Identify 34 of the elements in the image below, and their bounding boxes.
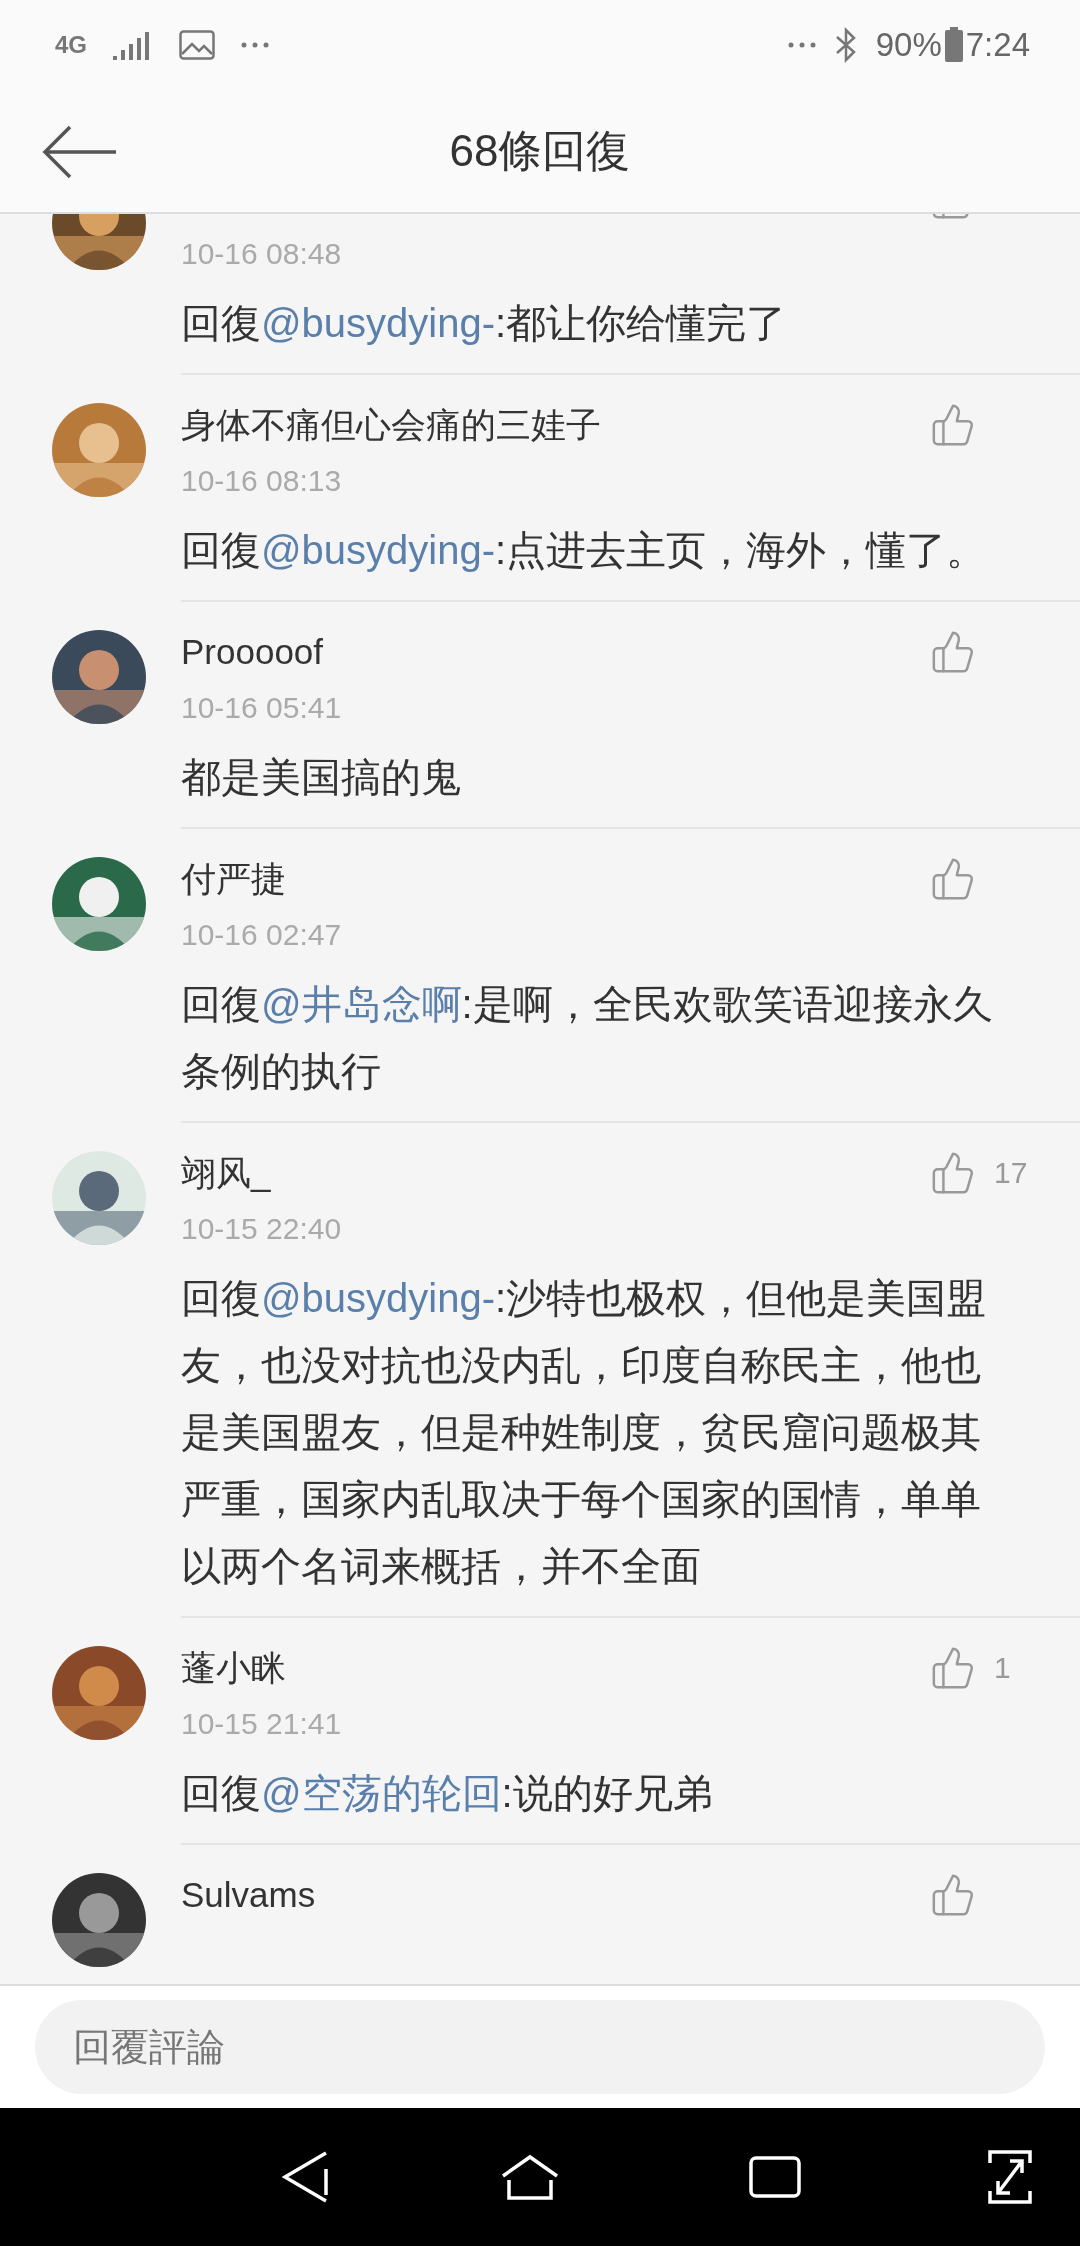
more-icon xyxy=(787,41,816,49)
comment-time: 10-16 05:41 xyxy=(181,690,343,726)
mention-link[interactable]: @空荡的轮回 xyxy=(261,1771,502,1815)
user-name[interactable]: Prooooof xyxy=(181,632,930,672)
comment-text: 回復@busydying-:点进去主页，海外，懂了。 xyxy=(181,527,988,574)
image-icon xyxy=(179,30,215,60)
like-count: 17 xyxy=(994,1156,1029,1190)
comment-time: 10-15 22:40 xyxy=(181,1211,343,1247)
battery-percent: 90% xyxy=(875,26,942,64)
user-name[interactable]: 身体不痛但心会痛的三娃子 xyxy=(181,401,930,449)
user-name[interactable]: 蓬小眯 xyxy=(181,1644,930,1692)
user-name[interactable]: Sulvams xyxy=(181,1875,930,1915)
mention-link[interactable]: @busydying- xyxy=(261,1276,496,1320)
clock: 7:24 xyxy=(965,26,1030,64)
network-type: 4G xyxy=(55,31,87,59)
comment-time: 10-16 02:47 xyxy=(181,917,343,953)
user-name[interactable]: 付严捷 xyxy=(181,855,930,903)
user-name[interactable]: 翊风_ xyxy=(181,1149,930,1197)
more-icon xyxy=(241,41,269,49)
comment-text: 回復@空荡的轮回:说的好兄弟 xyxy=(181,1770,714,1817)
like-count: 1 xyxy=(994,1651,1012,1685)
mention-link[interactable]: @busydying- xyxy=(261,528,496,572)
page-title: 68條回復 xyxy=(449,124,631,177)
mention-link[interactable]: @busydying- xyxy=(261,301,496,345)
comment-time: 10-16 08:13 xyxy=(181,463,343,499)
comment-time: 10-15 21:41 xyxy=(181,1706,343,1742)
reply-field[interactable]: 回覆評論 xyxy=(35,2000,1045,2094)
mention-link[interactable]: @井岛念啊 xyxy=(261,982,462,1026)
comment-time: 10-16 08:48 xyxy=(181,236,343,272)
comment-text: 回復@busydying-:都让你给懂完了 xyxy=(181,300,788,347)
comment-text: 回復@busydying-:沙特也极权，但他是美国盟友，也没对抗也没内乱，印度自称民主，他也是美国盟友，但是种姓制度，贫民窟问题极其严重，国家内乱取决于每个国家的国情，单单以两个名词来概括，并不全面 xyxy=(181,1275,988,1590)
comment-text: 都是美国搞的鬼 xyxy=(181,754,462,801)
battery-icon xyxy=(943,27,964,63)
comment-text: 回復@井岛念啊:是啊，全民欢歌笑语迎接永久条例的执行 xyxy=(181,981,994,1095)
